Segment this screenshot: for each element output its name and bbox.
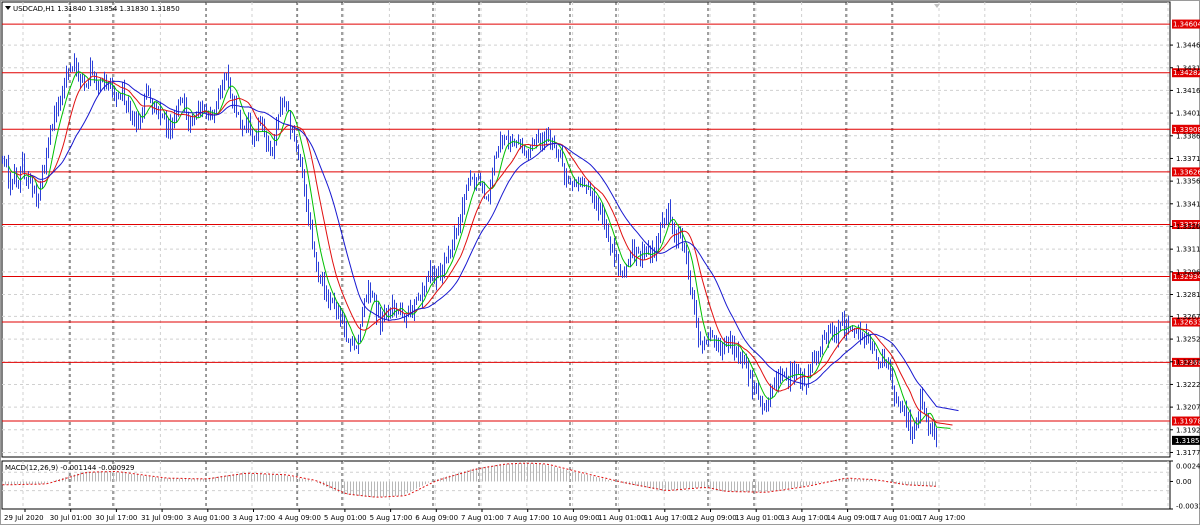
price-tick-label: 1.33265 xyxy=(1176,223,1200,231)
time-tick-label: 5 Aug 01:00 xyxy=(324,514,367,522)
chart-title-group: USDCAD,H1 1.31840 1.31854 1.31830 1.3185… xyxy=(5,5,180,13)
price-tick-label: 1.32520 xyxy=(1176,336,1200,344)
price-tick-label: 1.34015 xyxy=(1176,110,1200,118)
price-tick-label: 1.33415 xyxy=(1176,200,1200,208)
chart-title: USDCAD,H1 1.31840 1.31854 1.31830 1.3185… xyxy=(13,5,180,13)
time-tick-label: 7 Aug 17:00 xyxy=(507,514,550,522)
time-tick-label: 10 Aug 09:00 xyxy=(552,514,599,522)
time-tick-label: 13 Aug 17:00 xyxy=(781,514,828,522)
time-tick-label: 13 Aug 01:00 xyxy=(735,514,782,522)
time-tick-label: 6 Aug 09:00 xyxy=(415,514,458,522)
price-tick-label: 1.32815 xyxy=(1176,291,1200,299)
time-tick-label: 5 Aug 17:00 xyxy=(370,514,413,522)
time-tick-label: 29 Jul 2020 xyxy=(4,514,44,522)
price-panel xyxy=(1,1,1171,458)
macd-tick-label: -0.00330 xyxy=(1176,503,1200,511)
price-tick-label: 1.34165 xyxy=(1176,87,1200,95)
time-tick-label: 11 Aug 01:00 xyxy=(598,514,645,522)
time-tick-label: 7 Aug 01:00 xyxy=(461,514,504,522)
macd-panel xyxy=(1,460,1171,510)
price-tick-label: 1.32670 xyxy=(1176,313,1200,321)
time-tick-label: 3 Aug 17:00 xyxy=(233,514,276,522)
price-tick-label: 1.31770 xyxy=(1176,449,1200,457)
time-tick-label: 17 Aug 01:00 xyxy=(872,514,919,522)
current-price-text: 1.31850 xyxy=(1175,437,1200,445)
macd-title: MACD(12,26,9) -0.001144 -0.000929 xyxy=(5,464,134,472)
time-tick-label: 14 Aug 09:00 xyxy=(827,514,874,522)
time-tick-label: 30 Jul 01:00 xyxy=(50,514,92,522)
price-tick-label: 1.32965 xyxy=(1176,268,1200,276)
time-tick-label: 17 Aug 17:00 xyxy=(918,514,965,522)
price-tick-label: 1.34315 xyxy=(1176,64,1200,72)
time-tick-label: 4 Aug 09:00 xyxy=(278,514,321,522)
time-tick-label: 30 Jul 17:00 xyxy=(95,514,137,522)
chart-canvas[interactable]: 1.346041.342821.339081.336261.332781.329… xyxy=(0,0,1200,525)
time-tick-label: 12 Aug 09:00 xyxy=(690,514,737,522)
time-tick-label: 31 Jul 09:00 xyxy=(141,514,183,522)
level-tag-text: 1.34604 xyxy=(1173,21,1200,29)
price-tick-label: 1.32070 xyxy=(1176,404,1200,412)
level-tag-text: 1.33626 xyxy=(1173,168,1200,176)
price-tick-label: 1.32220 xyxy=(1176,381,1200,389)
price-tick-label: 1.33865 xyxy=(1176,132,1200,140)
price-tick-label: 1.32370 xyxy=(1176,358,1200,366)
price-tick-label: 1.33565 xyxy=(1176,178,1200,186)
price-tick-label: 1.33115 xyxy=(1176,246,1200,254)
time-tick-label: 3 Aug 01:00 xyxy=(187,514,230,522)
level-tag-text: 1.31978 xyxy=(1173,418,1200,426)
price-tick-label: 1.31920 xyxy=(1176,426,1200,434)
price-tick-label: 1.34465 xyxy=(1176,42,1200,50)
time-tick-label: 11 Aug 17:00 xyxy=(644,514,691,522)
price-tick-label: 1.33715 xyxy=(1176,155,1200,163)
macd-tick-label: 0.00 xyxy=(1176,478,1192,486)
macd-tick-label: 0.00245 xyxy=(1176,463,1200,471)
